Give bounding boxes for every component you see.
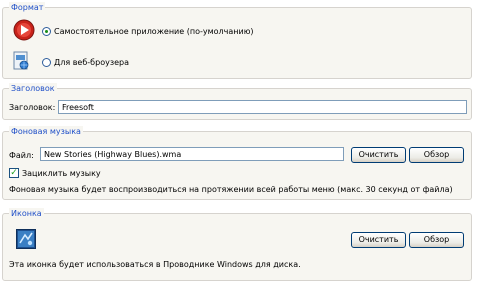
music-browse-button[interactable]: Обзор (409, 147, 464, 163)
icon-legend: Иконка (9, 208, 44, 219)
music-clear-button[interactable]: Очистить (351, 147, 406, 163)
icon-clear-button[interactable]: Очистить (351, 232, 406, 248)
title-input[interactable]: Freesoft (58, 100, 467, 114)
title-field-label: Заголовок: (9, 103, 56, 112)
music-file-label: Файл: (9, 151, 34, 160)
loop-music-label[interactable]: Зациклить музыку (22, 168, 101, 179)
disk-icon-preview (16, 229, 36, 249)
web-browser-label[interactable]: Для веб-броузера (54, 57, 129, 68)
web-browser-icon (13, 51, 31, 71)
icon-browse-button[interactable]: Обзор (409, 232, 464, 248)
format-legend: Формат (9, 2, 46, 13)
standalone-app-icon (13, 19, 35, 41)
music-legend: Фоновая музыка (9, 126, 83, 137)
music-note: Фоновая музыка будет воспроизводиться на… (9, 185, 453, 194)
title-legend: Заголовок (9, 83, 57, 94)
format-group: Формат (2, 2, 472, 79)
loop-music-checkbox[interactable]: ✓ (9, 168, 19, 178)
web-browser-radio[interactable] (42, 58, 51, 67)
icon-note: Эта иконка будет использоваться в Провод… (9, 260, 301, 269)
music-file-input[interactable]: New Stories (Highway Blues).wma (40, 147, 344, 161)
standalone-app-radio[interactable] (42, 27, 51, 36)
standalone-app-label[interactable]: Самостоятельное приложение (по-умолчанию… (54, 26, 254, 37)
